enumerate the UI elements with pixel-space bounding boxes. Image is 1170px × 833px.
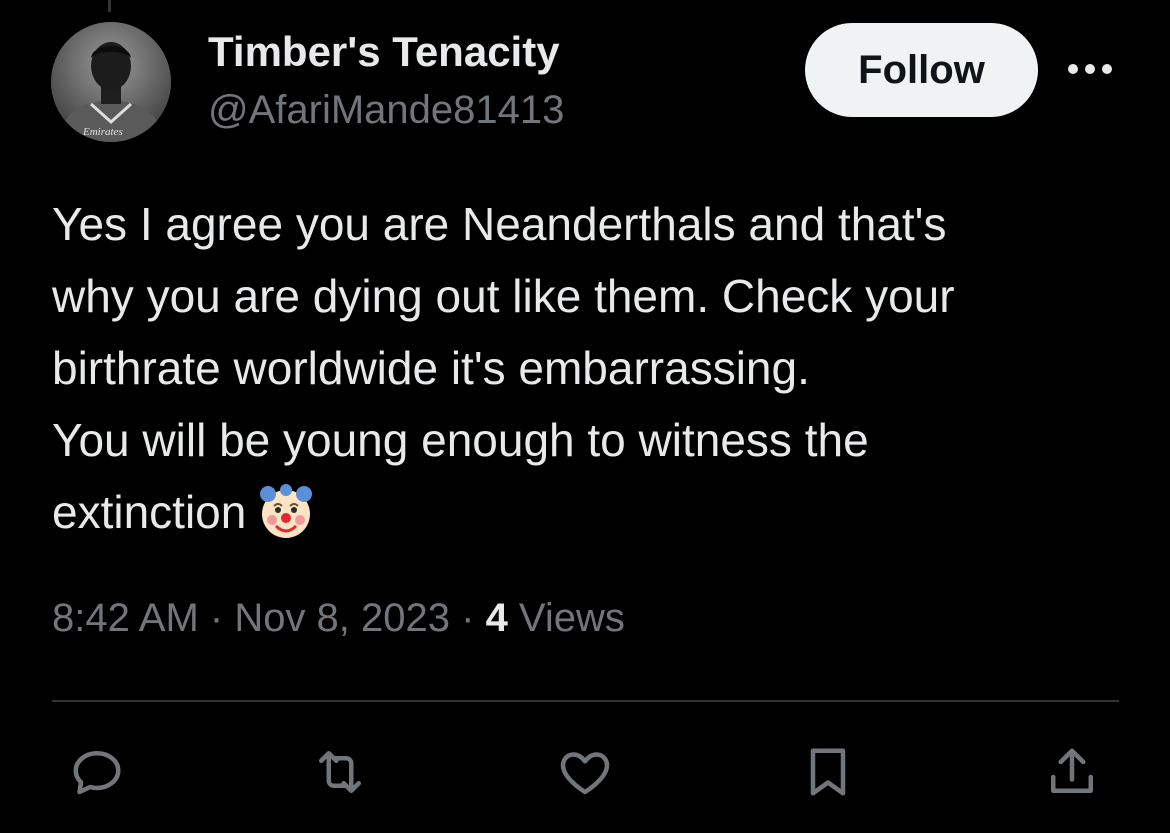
bookmark-icon: [810, 748, 846, 796]
follow-button[interactable]: Follow: [805, 23, 1038, 117]
share-button[interactable]: [1040, 740, 1104, 804]
avatar-photo: Emirates: [51, 22, 171, 142]
retweet-icon: [319, 751, 361, 793]
author-display-name[interactable]: Timber's Tenacity: [208, 28, 560, 76]
tweet-detail: Emirates Timber's Tenacity @AfariMande81…: [0, 0, 1170, 833]
views-count: 4: [485, 596, 508, 640]
tweet-date[interactable]: Nov 8, 2023: [234, 596, 450, 640]
divider: [52, 700, 1119, 702]
bookmark-button[interactable]: [796, 740, 860, 804]
reply-button[interactable]: [65, 740, 129, 804]
tweet-text: Yes I agree you are Neanderthals and tha…: [52, 198, 955, 538]
thread-connector-line: [108, 0, 111, 12]
tweet-time[interactable]: 8:42 AM: [52, 596, 199, 640]
like-icon: [560, 752, 610, 795]
meta-separator: ·: [450, 596, 486, 640]
share-icon: [1051, 748, 1093, 793]
clown-face-icon: [260, 483, 313, 538]
meta-separator: ·: [198, 596, 235, 640]
more-dots-icon: [1068, 64, 1112, 74]
more-options-button[interactable]: [1062, 52, 1118, 86]
author-handle[interactable]: @AfariMande81413: [208, 88, 564, 133]
like-button[interactable]: [553, 740, 617, 804]
tweet-meta: 8:42 AM · Nov 8, 2023 · 4 Views: [52, 596, 625, 641]
avatar[interactable]: Emirates: [51, 22, 171, 142]
retweet-button[interactable]: [308, 740, 372, 804]
tweet-body: Yes I agree you are Neanderthals and tha…: [52, 188, 1132, 548]
reply-icon: [73, 751, 121, 795]
avatar-jersey-text: Emirates: [82, 126, 123, 138]
views-label: Views: [507, 596, 625, 640]
